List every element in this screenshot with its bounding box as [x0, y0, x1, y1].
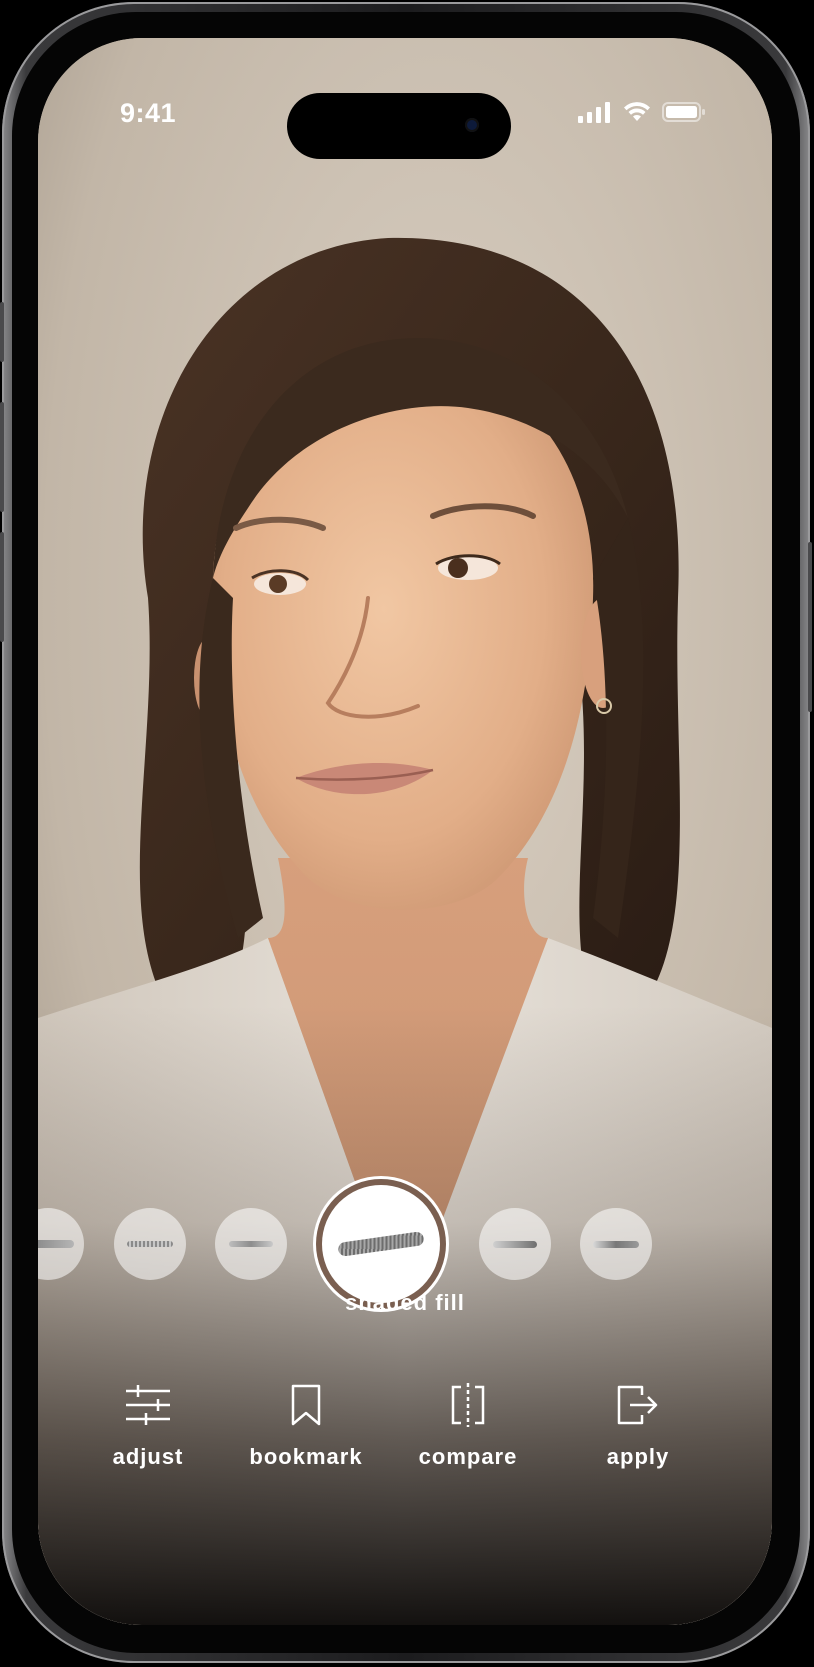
bottom-toolbar: adjust bookmark compare apply: [38, 1380, 772, 1500]
brush-stroke-preview: [38, 1240, 74, 1248]
power-button: [808, 542, 812, 712]
brush-3[interactable]: [215, 1208, 287, 1280]
volume-down-button: [0, 532, 4, 642]
status-icons: [578, 101, 706, 128]
brush-stroke-preview: [493, 1240, 537, 1248]
sliders-icon: [124, 1380, 172, 1430]
apply-button[interactable]: apply: [588, 1380, 688, 1470]
mute-switch: [0, 302, 4, 362]
brush-5[interactable]: [479, 1208, 551, 1280]
bookmark-icon: [290, 1380, 322, 1430]
compare-icon: [449, 1380, 487, 1430]
status-time: 9:41: [120, 98, 177, 128]
brush-1[interactable]: [38, 1208, 84, 1280]
exit-arrow-icon: [616, 1380, 660, 1430]
wifi-icon: [622, 101, 652, 128]
screen: 9:41 shaded fill adjust bookmark compare…: [38, 38, 772, 1625]
adjust-label: adjust: [112, 1444, 184, 1469]
brush-shaded-fill[interactable]: [322, 1185, 440, 1303]
dynamic-island: [287, 93, 511, 159]
brush-2[interactable]: [114, 1208, 186, 1280]
apply-label: apply: [606, 1444, 670, 1469]
battery-icon: [662, 101, 706, 128]
volume-up-button: [0, 402, 4, 512]
cellular-signal-icon: [578, 101, 612, 128]
bookmark-label: bookmark: [249, 1444, 363, 1469]
bookmark-button[interactable]: bookmark: [236, 1380, 376, 1470]
selected-brush-label: shaded fill: [345, 1290, 465, 1315]
status-bar: 9:41: [38, 38, 772, 159]
brush-stroke-preview: [337, 1231, 425, 1257]
brush-stroke-preview: [593, 1240, 639, 1248]
home-indicator: [290, 1603, 520, 1611]
compare-button[interactable]: compare: [398, 1380, 538, 1470]
front-camera-lens: [465, 118, 479, 132]
compare-label: compare: [418, 1444, 518, 1469]
brush-stroke-preview: [229, 1241, 273, 1247]
brush-6[interactable]: [580, 1208, 652, 1280]
adjust-button[interactable]: adjust: [98, 1380, 198, 1470]
brush-stroke-preview: [127, 1241, 173, 1247]
